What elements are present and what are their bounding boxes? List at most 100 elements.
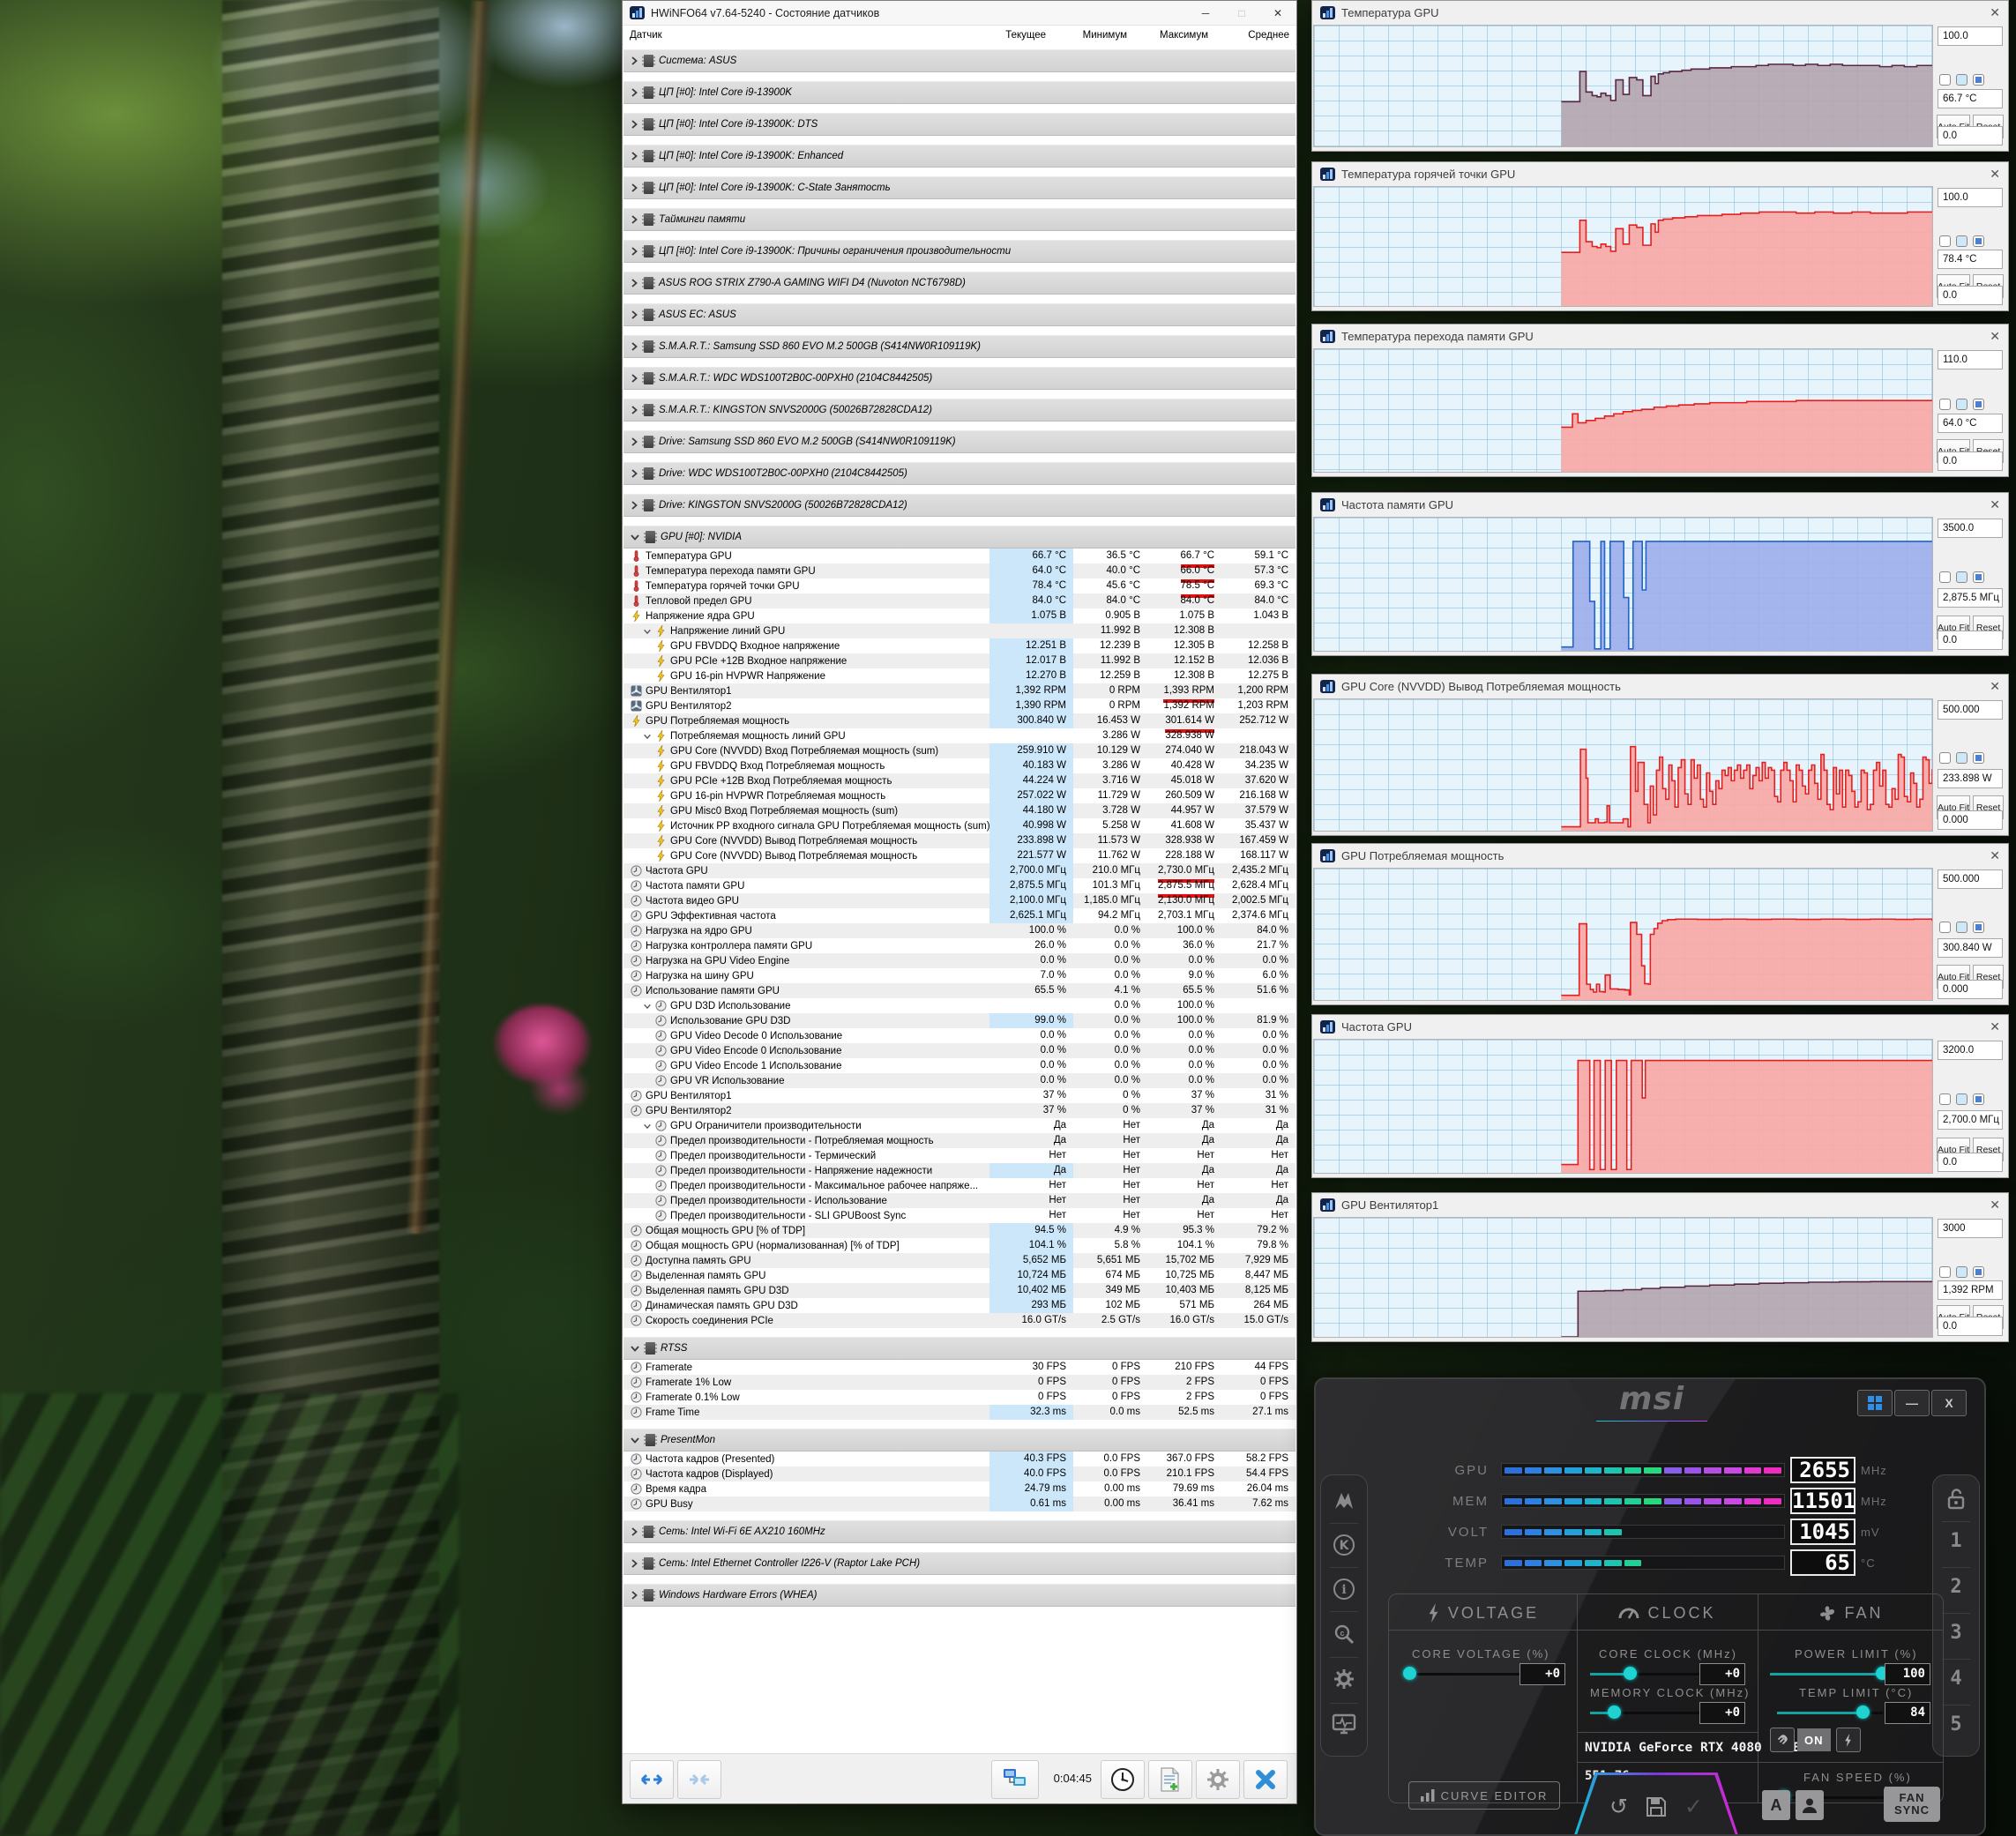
sensor-row[interactable]: Framerate 0.1% Low 0 FPS 0 FPS 2 FPS 0 FPS <box>623 1390 1295 1405</box>
chevron-right-icon[interactable] <box>630 373 638 384</box>
sensor-row[interactable]: Использование GPU D3D 99.0 % 0.0 % 100.0 % 8… <box>623 1013 1295 1028</box>
sensor-row[interactable]: Нагрузка контроллера памяти GPU 26.0 % 0.0… <box>623 938 1295 953</box>
sensor-row[interactable]: Доступна память GPU 5,652 МБ 5,651 МБ 15,70… <box>623 1253 1295 1268</box>
curve-editor-button[interactable]: CURVE EDITOR <box>1408 1781 1560 1810</box>
sensor-group-row[interactable]: Windows Hardware Errors (WHEA) <box>623 1584 1295 1607</box>
collapse-all-button[interactable] <box>677 1760 721 1799</box>
sensor-row[interactable]: Частота видео GPU 2,100.0 МГц 1,185.0 МГц 2… <box>623 893 1295 908</box>
windows-button[interactable] <box>1857 1390 1893 1416</box>
chevron-right-icon[interactable] <box>630 183 638 193</box>
chevron-right-icon[interactable] <box>630 56 638 66</box>
graph-color-option-2[interactable] <box>1956 399 1967 410</box>
sensor-row[interactable]: GPU FBVDDQ Вход Потребляемая мощность 40.… <box>623 758 1295 773</box>
sensor-group-row[interactable]: ЦП [#0]: Intel Core i9-13900K: C-State З… <box>623 176 1295 199</box>
graph-color-option-1[interactable] <box>1939 922 1951 933</box>
graph-titlebar[interactable]: Температура горячей точки GPU ✕ <box>1312 162 2008 185</box>
column-minimum[interactable]: Минимум <box>1053 30 1134 41</box>
chevron-down-icon[interactable] <box>630 1343 640 1354</box>
sensor-row[interactable]: GPU Вентилятор1 37 % 0 % 37 % 31 % <box>623 1088 1295 1103</box>
chevron-down-icon[interactable] <box>630 1435 640 1445</box>
settings-button[interactable] <box>1196 1760 1240 1799</box>
close-icon[interactable]: ✕ <box>1990 1019 2000 1034</box>
link-on-toggle[interactable]: ON <box>1797 1728 1831 1751</box>
sensor-group-row[interactable]: Drive: WDC WDS100T2B0C-00PXH0 (2104C8442… <box>623 462 1295 485</box>
sensor-group-row[interactable]: Drive: Samsung SSD 860 EVO M.2 500GB (S4… <box>623 430 1295 453</box>
chevron-down-icon[interactable] <box>643 1122 652 1131</box>
sensor-row[interactable]: GPU Вентилятор2 37 % 0 % 37 % 31 % <box>623 1103 1295 1118</box>
sensor-group-row[interactable]: ЦП [#0]: Intel Core i9-13900K: Причины о… <box>623 240 1295 263</box>
sensor-group-row[interactable]: Сеть: Intel Ethernet Controller I226-V (… <box>623 1552 1295 1575</box>
sensor-row[interactable]: GPU PCIe +12В Вход Потребляемая мощность… <box>623 773 1295 788</box>
chevron-right-icon[interactable] <box>630 437 638 447</box>
sensor-group-row[interactable]: S.M.A.R.T.: WDC WDS100T2B0C-00PXH0 (2104… <box>623 367 1295 390</box>
graph-color-option-1[interactable] <box>1939 74 1951 86</box>
chevron-down-icon[interactable] <box>643 732 652 741</box>
core-clock-slider[interactable] <box>1590 1667 1705 1681</box>
sensor-row[interactable]: GPU Video Decode 0 Использование 0.0 % 0.0… <box>623 1028 1295 1043</box>
sensor-row[interactable]: GPU Эффективная частота 2,625.1 МГц 94.2 М… <box>623 908 1295 923</box>
sensor-group-row[interactable]: ЦП [#0]: Intel Core i9-13900K <box>623 81 1295 104</box>
chevron-right-icon[interactable] <box>630 87 638 98</box>
sensor-row[interactable]: GPU Ограничители производительности Да Нет… <box>623 1118 1295 1133</box>
maximize-button[interactable]: □ <box>1227 3 1257 23</box>
sensor-row[interactable]: Температура GPU 66.7 °C 36.5 °C 66.7 °C 59.1… <box>623 549 1295 568</box>
graph-titlebar[interactable]: GPU Вентилятор1 ✕ <box>1312 1193 2008 1216</box>
chevron-right-icon[interactable] <box>630 278 638 288</box>
column-average[interactable]: Среднее <box>1215 30 1296 41</box>
graph-color-option-3[interactable] <box>1973 922 1984 933</box>
sensor-row[interactable]: GPU D3D Использование 0.0 % 100.0 % <box>623 998 1295 1013</box>
sensor-row[interactable]: Напряжение линий GPU 11.992 В 12.308 В <box>623 623 1295 638</box>
sensor-row[interactable]: GPU Core (NVVDD) Вывод Потребляемая мощн… <box>623 848 1295 863</box>
temp-limit-slider[interactable] <box>1777 1705 1883 1720</box>
chevron-right-icon[interactable] <box>630 468 638 479</box>
chevron-right-icon[interactable] <box>630 310 638 320</box>
memory-clock-slider[interactable] <box>1590 1705 1705 1720</box>
boost-button[interactable] <box>1835 1728 1861 1752</box>
graph-titlebar[interactable]: Температура перехода памяти GPU ✕ <box>1312 325 2008 347</box>
sensor-row[interactable]: GPU Video Encode 0 Использование 0.0 % 0.0… <box>623 1043 1295 1058</box>
sensor-row[interactable]: Скорость соединения PCIe 16.0 GT/s 2.5 GT/… <box>623 1313 1295 1328</box>
clock-button[interactable] <box>1101 1760 1145 1799</box>
sensor-row[interactable]: Общая мощность GPU (нормализованная) [% … <box>623 1238 1295 1253</box>
sensor-group-row[interactable]: Сеть: Intel Wi-Fi 6E AX210 160MHz <box>623 1520 1295 1543</box>
sensor-group-row[interactable]: PresentMon <box>623 1429 1295 1452</box>
hardware-monitor-icon[interactable] <box>1321 1713 1367 1736</box>
graph-color-option-3[interactable] <box>1973 571 1984 583</box>
chevron-right-icon[interactable] <box>630 1558 638 1569</box>
fan-sync-button[interactable]: FAN SYNC <box>1884 1787 1940 1822</box>
chevron-right-icon[interactable] <box>630 1590 638 1601</box>
sensor-row[interactable]: GPU Core (NVVDD) Вывод Потребляемая мощн… <box>623 833 1295 848</box>
graph-color-option-3[interactable] <box>1973 74 1984 86</box>
graph-titlebar[interactable]: Частота памяти GPU ✕ <box>1312 493 2008 516</box>
graph-color-option-3[interactable] <box>1973 235 1984 247</box>
sensor-row[interactable]: Частота памяти GPU 2,875.5 МГц 101.3 МГц 2,… <box>623 878 1295 898</box>
close-icon[interactable]: ✕ <box>1990 679 2000 694</box>
chevron-right-icon[interactable] <box>630 246 638 257</box>
remote-sensors-button[interactable] <box>991 1760 1039 1799</box>
sensor-row[interactable]: GPU 16-pin HVPWR Напряжение 12.270 В 12.25… <box>623 668 1295 683</box>
sensor-group-row[interactable]: ASUS EC: ASUS <box>623 303 1295 326</box>
sensor-row[interactable]: Динамическая память GPU D3D 293 МБ 102 МБ 5… <box>623 1298 1295 1313</box>
chevron-right-icon[interactable] <box>630 1526 638 1537</box>
sensor-row[interactable]: Выделенная память GPU 10,724 МБ 674 МБ 10,7… <box>623 1268 1295 1283</box>
power-limit-slider[interactable] <box>1770 1667 1893 1681</box>
sensor-group-row[interactable]: Система: ASUS <box>623 49 1295 72</box>
column-sensor[interactable]: Датчик <box>623 30 962 41</box>
chevron-right-icon[interactable] <box>630 405 638 415</box>
graph-color-option-2[interactable] <box>1956 922 1967 933</box>
exit-button[interactable] <box>1243 1760 1288 1799</box>
graph-color-option-2[interactable] <box>1956 752 1967 764</box>
msi-dragon-icon[interactable] <box>1321 1489 1367 1512</box>
sensor-row[interactable]: Частота кадров (Presented) 40.3 FPS 0.0 FP… <box>623 1452 1295 1467</box>
close-icon[interactable]: ✕ <box>1990 5 2000 20</box>
close-icon[interactable]: ✕ <box>1990 497 2000 512</box>
sensor-row[interactable]: Частота GPU 2,700.0 МГц 210.0 МГц 2,730.0 М… <box>623 863 1295 883</box>
chevron-down-icon[interactable] <box>630 532 640 542</box>
sensor-row[interactable]: GPU 16-pin HVPWR Потребляемая мощность 25… <box>623 788 1295 803</box>
graph-color-option-2[interactable] <box>1956 74 1967 86</box>
close-icon[interactable]: ✕ <box>1990 1198 2000 1213</box>
sensor-row[interactable]: GPU VR Использование 0.0 % 0.0 % 0.0 % 0.0 % <box>623 1073 1295 1088</box>
sensor-row[interactable]: Нагрузка на GPU Video Engine 0.0 % 0.0 % 0.… <box>623 953 1295 968</box>
sensor-row[interactable]: Нагрузка на шину GPU 7.0 % 0.0 % 9.0 % 6.0 % <box>623 968 1295 983</box>
expand-all-button[interactable] <box>630 1760 674 1799</box>
